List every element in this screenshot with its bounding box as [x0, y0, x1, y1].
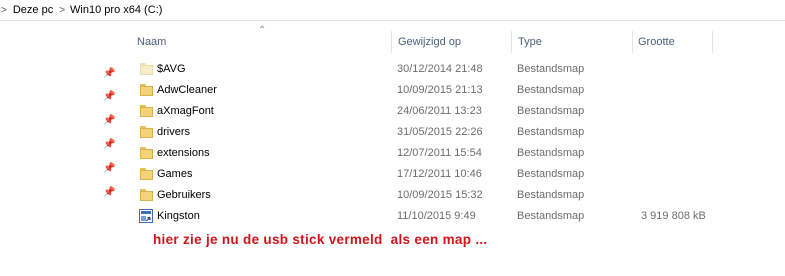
folder-icon	[140, 168, 153, 180]
annotation-text: hier zie je nu de usb stick vermeld als …	[153, 232, 488, 247]
pin-icon[interactable]: 📌	[103, 68, 115, 80]
column-header-type[interactable]: Type	[518, 31, 630, 53]
item-name: Kingston	[157, 210, 200, 222]
breadcrumb-chevron-icon[interactable]: >	[59, 5, 65, 16]
column-header-size-label: Grootte	[638, 36, 675, 48]
navigation-pane: 📌 📌 📌 📌 📌 📌	[0, 21, 130, 241]
shortcut-icon	[139, 209, 153, 223]
breadcrumb-chevron-icon[interactable]: >	[1, 5, 7, 16]
breadcrumb: > Deze pc > Win10 pro x64 (C:)	[0, 0, 785, 21]
item-name: drivers	[157, 126, 191, 138]
pin-icon[interactable]: 📌	[103, 139, 115, 151]
folder-icon	[140, 189, 153, 201]
item-name: Gebruikers	[157, 189, 211, 201]
folder-icon	[140, 126, 153, 138]
list-item[interactable]: AdwCleaner 10/09/2015 21:13 Bestandsmap	[135, 80, 715, 101]
item-modified: 12/07/2011 15:54	[397, 147, 482, 159]
item-modified: 24/06/2011 13:23	[397, 105, 482, 117]
list-item[interactable]: Games 17/12/2011 10:46 Bestandsmap	[135, 164, 715, 185]
list-item[interactable]: Gebruikers 10/09/2015 15:32 Bestandsmap	[135, 185, 715, 206]
item-size: 3 919 808 kB	[641, 210, 706, 222]
item-modified: 10/09/2015 21:13	[397, 84, 483, 96]
column-divider[interactable]	[391, 31, 392, 53]
pin-icon[interactable]: 📌	[103, 91, 115, 103]
pin-icon[interactable]: 📌	[103, 163, 115, 175]
folder-icon	[140, 105, 153, 117]
pin-icon[interactable]: 📌	[103, 187, 115, 199]
list-item[interactable]: drivers 31/05/2015 22:26 Bestandsmap	[135, 122, 715, 143]
folder-icon	[140, 84, 153, 96]
item-name: extensions	[157, 147, 210, 159]
item-modified: 30/12/2014 21:48	[397, 63, 483, 75]
item-modified: 11/10/2015 9:49	[397, 210, 476, 222]
column-header-modified-label: Gewijzigd op	[398, 36, 461, 48]
list-item[interactable]: extensions 12/07/2011 15:54 Bestandsmap	[135, 143, 715, 164]
item-type: Bestandsmap	[517, 147, 585, 159]
item-modified: 17/12/2011 10:46	[397, 168, 482, 180]
item-type: Bestandsmap	[517, 105, 585, 117]
item-modified: 31/05/2015 22:26	[397, 126, 483, 138]
breadcrumb-item-this-pc[interactable]: Deze pc	[13, 4, 53, 16]
pin-icon[interactable]: 📌	[103, 115, 115, 127]
item-name: aXmagFont	[157, 105, 214, 117]
item-modified: 10/09/2015 15:32	[397, 189, 483, 201]
item-type: Bestandsmap	[517, 168, 585, 180]
column-header-name[interactable]: Naam	[137, 31, 390, 53]
folder-icon	[140, 63, 153, 75]
item-type: Bestandsmap	[517, 63, 585, 75]
column-divider[interactable]	[712, 31, 713, 53]
item-type: Bestandsmap	[517, 210, 585, 222]
folder-icon	[140, 147, 153, 159]
item-type: Bestandsmap	[517, 126, 585, 138]
item-type: Bestandsmap	[517, 189, 585, 201]
item-name: $AVG	[157, 63, 186, 75]
column-header-name-label: Naam	[137, 36, 167, 48]
item-name: Games	[157, 168, 193, 180]
list-item[interactable]: aXmagFont 24/06/2011 13:23 Bestandsmap	[135, 101, 715, 122]
column-header-size[interactable]: Grootte	[638, 31, 710, 53]
column-divider[interactable]	[511, 31, 512, 53]
item-type: Bestandsmap	[517, 84, 585, 96]
list-item[interactable]: Kingston 11/10/2015 9:49 Bestandsmap 3 9…	[135, 206, 715, 227]
breadcrumb-item-drive-c[interactable]: Win10 pro x64 (C:)	[70, 4, 162, 16]
column-divider[interactable]	[632, 31, 633, 53]
item-name: AdwCleaner	[157, 84, 217, 96]
column-header-type-label: Type	[518, 36, 542, 48]
list-item[interactable]: $AVG 30/12/2014 21:48 Bestandsmap	[135, 59, 715, 80]
column-header-modified[interactable]: Gewijzigd op	[398, 31, 510, 53]
